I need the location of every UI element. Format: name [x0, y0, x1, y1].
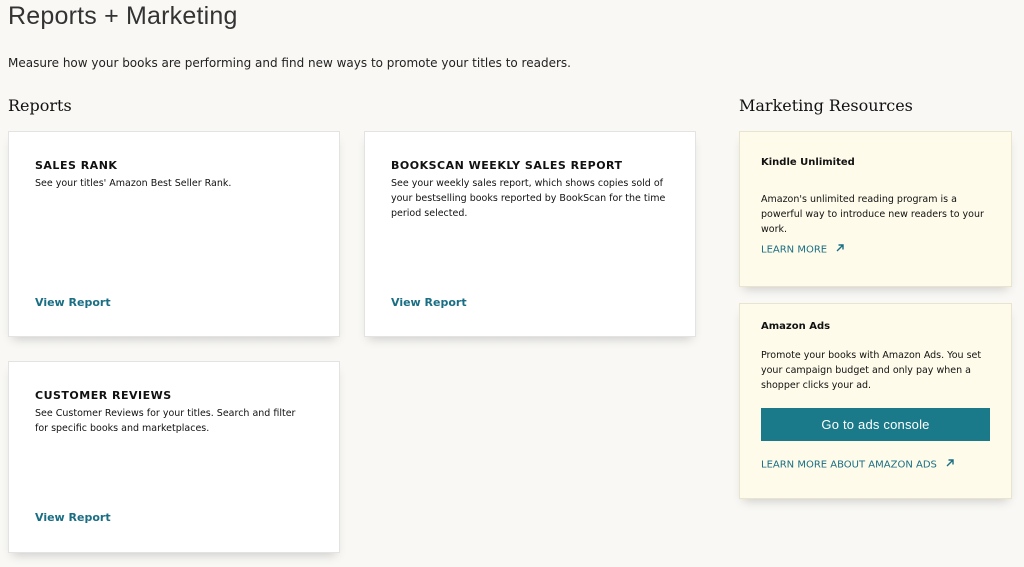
card-title: CUSTOMER REVIEWS: [35, 389, 172, 402]
card-description: See your weekly sales report, which show…: [391, 178, 666, 219]
resource-title: Amazon Ads: [761, 321, 831, 332]
amazon-ads-card: Amazon Ads Promote your books with Amazo…: [739, 303, 1012, 499]
resource-title: Kindle Unlimited: [761, 157, 855, 168]
arrow-up-right-icon: [945, 458, 955, 471]
customer-reviews-view-report-link[interactable]: View Report: [35, 511, 111, 524]
sales-rank-view-report-link[interactable]: View Report: [35, 296, 111, 309]
bookscan-card: BOOKSCAN WEEKLY SALES REPORT See your we…: [364, 131, 696, 337]
learn-more-about-amazon-ads-link[interactable]: LEARN MORE ABOUT AMAZON ADS: [761, 458, 955, 471]
link-label: LEARN MORE: [761, 244, 828, 256]
sales-rank-card: SALES RANK See your titles' Amazon Best …: [8, 131, 340, 337]
card-title: BOOKSCAN WEEKLY SALES REPORT: [391, 159, 623, 172]
kindle-unlimited-learn-more-link[interactable]: LEARN MORE: [761, 243, 845, 256]
go-to-ads-console-button[interactable]: Go to ads console: [761, 408, 990, 441]
arrow-up-right-icon: [835, 243, 845, 256]
marketing-resources-heading: Marketing Resources: [739, 96, 913, 115]
reports-heading: Reports: [8, 96, 72, 115]
page-title: Reports + Marketing: [8, 2, 238, 30]
page-subtitle: Measure how your books are performing an…: [8, 56, 571, 70]
page: Reports + Marketing Measure how your boo…: [0, 0, 1024, 567]
card-description: See your titles' Amazon Best Seller Rank…: [35, 178, 232, 189]
customer-reviews-card: CUSTOMER REVIEWS See Customer Reviews fo…: [8, 361, 340, 553]
kindle-unlimited-card: Kindle Unlimited Amazon's unlimited read…: [739, 131, 1012, 287]
link-label: LEARN MORE ABOUT AMAZON ADS: [761, 459, 937, 471]
bookscan-view-report-link[interactable]: View Report: [391, 296, 467, 309]
card-title: SALES RANK: [35, 159, 118, 172]
card-description: See Customer Reviews for your titles. Se…: [35, 408, 296, 434]
resource-description: Promote your books with Amazon Ads. You …: [761, 350, 982, 391]
resource-description: Amazon's unlimited reading program is a …: [761, 194, 984, 235]
